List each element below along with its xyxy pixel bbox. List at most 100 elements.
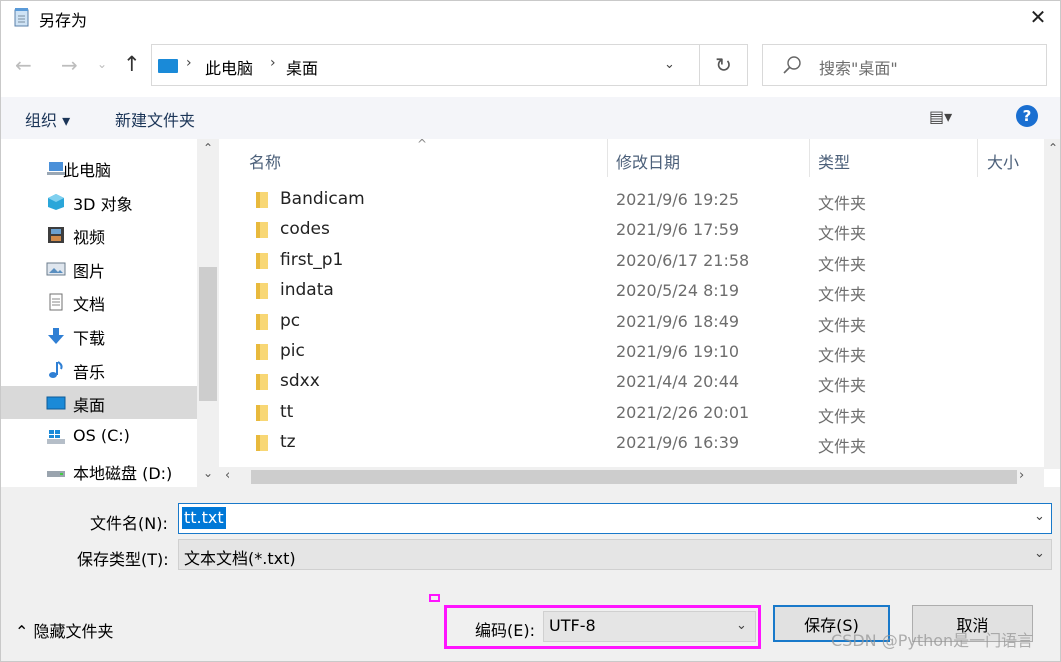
file-row[interactable]: codes 2021/9/6 17:59 文件夹 [219, 215, 1044, 245]
filetype-label: 保存类型(T): [77, 550, 169, 569]
column-modified[interactable]: 修改日期 [616, 149, 680, 173]
scroll-thumb[interactable] [251, 470, 1017, 484]
file-name: pc [280, 310, 301, 331]
file-modified-date: 2021/4/4 20:44 [616, 372, 740, 392]
chevron-down-icon[interactable]: ⌄ [1034, 546, 1045, 561]
column-divider[interactable] [607, 139, 608, 177]
folder-icon [255, 404, 269, 422]
filename-label: 文件名(N): [90, 514, 168, 533]
scroll-thumb[interactable] [199, 267, 217, 401]
file-row[interactable]: indata 2020/5/24 8:19 文件夹 [219, 276, 1044, 306]
search-icon [781, 54, 803, 76]
scroll-right-arrow[interactable]: › [1019, 468, 1024, 483]
sidebar-item-label: OS (C:) [73, 426, 130, 445]
view-options-button[interactable]: ▤▾ [929, 107, 952, 126]
sidebar-item-videos[interactable]: 视频 [1, 218, 197, 251]
folder-icon [255, 191, 269, 209]
encoding-select[interactable]: UTF-8 ⌄ [543, 611, 756, 642]
file-row[interactable]: tz 2021/9/6 16:39 文件夹 [219, 428, 1044, 458]
navigation-pane: 此电脑 3D 对象 视频 图片 文档 下载 音乐 桌面 OS (C:) 本地磁盘… [1, 139, 219, 487]
scroll-down-arrow[interactable]: ⌄ [197, 466, 219, 480]
column-divider[interactable] [809, 139, 810, 177]
file-row[interactable]: tt 2021/2/26 20:01 文件夹 [219, 398, 1044, 428]
file-type: 文件夹 [818, 194, 867, 213]
sidebar-item-3d-objects[interactable]: 3D 对象 [1, 185, 197, 218]
breadcrumb-separator[interactable]: › [186, 55, 192, 71]
sidebar-item-this-pc[interactable]: 此电脑 [1, 151, 197, 184]
recent-locations-button[interactable]: ⌄ [97, 57, 107, 71]
file-modified-date: 2021/2/26 20:01 [616, 402, 750, 422]
file-modified-date: 2021/9/6 19:10 [616, 342, 740, 361]
file-modified-date: 2020/5/24 8:19 [616, 281, 740, 301]
file-type: 文件夹 [818, 406, 867, 426]
folder-icon [255, 221, 269, 239]
column-name[interactable]: 名称 [249, 149, 281, 173]
address-bar[interactable]: › 此电脑 › 桌面 ⌄ [151, 44, 700, 86]
file-name: sdxx [280, 371, 320, 392]
refresh-button[interactable]: ↻ [700, 44, 748, 86]
file-name: tz [280, 432, 296, 453]
desktop-icon [158, 59, 178, 73]
file-row[interactable]: Bandicam 2021/9/6 19:25 文件夹 [219, 185, 1044, 215]
search-input[interactable]: 搜索"桌面" [762, 44, 1047, 86]
sidebar-item-label: 桌面 [73, 396, 106, 415]
close-button[interactable]: ✕ [1018, 1, 1058, 33]
folder-icon [255, 282, 269, 300]
breadcrumb-separator[interactable]: › [270, 55, 276, 71]
column-divider[interactable] [977, 139, 978, 177]
file-row[interactable]: first_p1 2020/6/17 21:58 文件夹 [219, 246, 1044, 276]
help-button[interactable]: ? [1016, 105, 1038, 127]
organize-menu-button[interactable]: 组织 ▾ [25, 107, 70, 131]
filetype-select[interactable]: 文本文档(*.txt) ⌄ [178, 539, 1052, 570]
column-type[interactable]: 类型 [818, 149, 850, 173]
window-title: 另存为 [39, 11, 88, 30]
file-list-horizontal-scrollbar[interactable]: ‹ › [219, 467, 1044, 487]
file-type: 文件夹 [818, 437, 867, 457]
sidebar-item-drive-d[interactable]: 本地磁盘 (D:) [1, 454, 197, 487]
sidebar-item-label: 此电脑 [63, 161, 112, 180]
column-header: ^ 名称 修改日期 类型 大小 [219, 137, 1044, 177]
sidebar-scrollbar[interactable]: ⌃ ⌄ [197, 139, 219, 487]
file-type: 文件夹 [818, 315, 867, 335]
breadcrumb-desktop[interactable]: 桌面 [286, 55, 318, 79]
sidebar-item-desktop[interactable]: 桌面 [1, 386, 197, 419]
hide-folders-toggle[interactable]: ⌃ 隐藏文件夹 [15, 618, 114, 642]
file-type: 文件夹 [818, 346, 867, 365]
sidebar-item-label: 视频 [73, 228, 106, 247]
sidebar-item-documents[interactable]: 文档 [1, 285, 197, 318]
sidebar-item-drive-c[interactable]: OS (C:) [1, 420, 197, 453]
notepad-icon [13, 7, 31, 27]
file-row[interactable]: sdxx 2021/4/4 20:44 文件夹 [219, 367, 1044, 397]
file-row[interactable]: pc 2021/9/6 18:49 文件夹 [219, 307, 1044, 337]
scroll-left-arrow[interactable]: ‹ [225, 468, 230, 483]
encoding-label: 编码(E): [475, 621, 535, 640]
command-toolbar: 组织 ▾ 新建文件夹 ▤▾ ? [1, 97, 1060, 139]
forward-button[interactable]: → [61, 53, 78, 77]
column-size[interactable]: 大小 [987, 149, 1019, 173]
sidebar-item-downloads[interactable]: 下载 [1, 319, 197, 352]
watermark: CSDN @Python是一门语言 [831, 631, 1034, 650]
chevron-down-icon[interactable]: ⌄ [1034, 509, 1045, 524]
back-button[interactable]: ← [15, 53, 32, 77]
scroll-up-arrow[interactable]: ⌃ [197, 141, 219, 155]
scroll-up-arrow[interactable]: ⌃ [1044, 141, 1060, 155]
file-type: 文件夹 [818, 224, 867, 244]
filename-value[interactable]: tt.txt [182, 507, 226, 529]
sidebar-item-pictures[interactable]: 图片 [1, 252, 197, 285]
chevron-down-icon[interactable]: ⌄ [736, 618, 747, 633]
file-list-vertical-scrollbar[interactable]: ⌃ [1044, 139, 1060, 469]
address-history-dropdown[interactable]: ⌄ [664, 57, 675, 72]
filename-field[interactable]: tt.txt ⌄ [178, 503, 1052, 534]
cube-3d-icon [46, 193, 66, 211]
document-icon [46, 293, 66, 311]
file-row[interactable]: pic 2021/9/6 19:10 文件夹 [219, 337, 1044, 367]
file-modified-date: 2021/9/6 16:39 [616, 433, 740, 453]
sidebar-item-label: 图片 [73, 262, 106, 281]
file-type: 文件夹 [818, 254, 867, 274]
breadcrumb-this-pc[interactable]: 此电脑 [205, 55, 253, 79]
new-folder-button[interactable]: 新建文件夹 [115, 107, 195, 131]
sidebar-item-music[interactable]: 音乐 [1, 353, 197, 386]
folder-icon [255, 373, 269, 391]
save-options-panel: 文件名(N): tt.txt ⌄ 保存类型(T): 文本文档(*.txt) ⌄ … [1, 487, 1060, 661]
up-folder-button[interactable]: ↑ [123, 52, 141, 76]
